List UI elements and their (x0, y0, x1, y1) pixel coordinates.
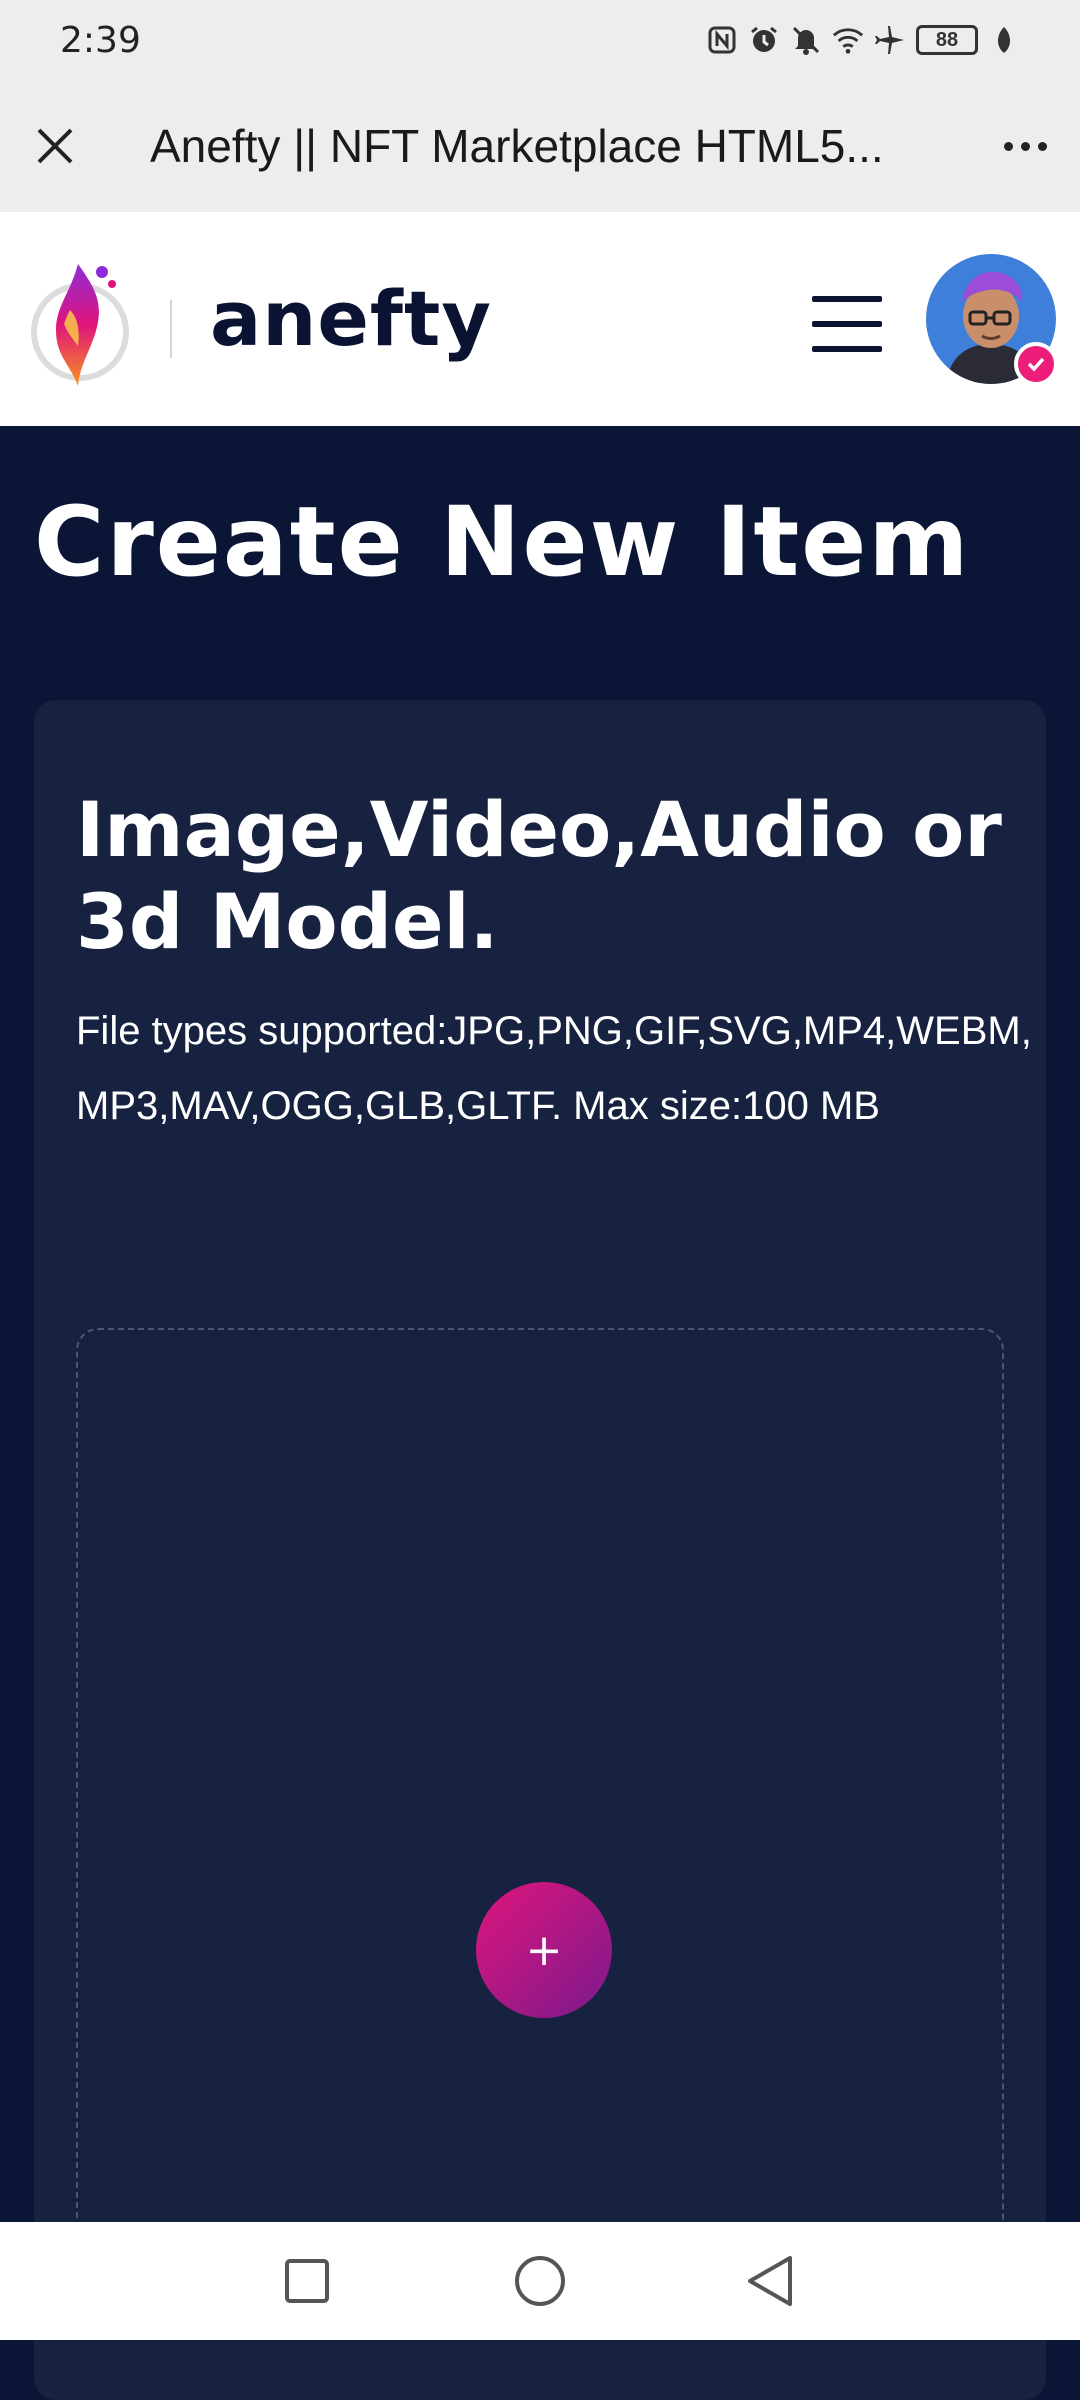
wifi-icon (832, 24, 864, 56)
browser-toolbar: Anefty || NFT Marketplace HTML5... (0, 80, 1080, 212)
recents-button[interactable] (272, 2246, 342, 2316)
mute-icon (790, 24, 822, 56)
upload-card-title: Image,Video,Audio or 3d Model. (76, 785, 1002, 966)
close-button[interactable] (0, 80, 110, 212)
alarm-icon (748, 24, 780, 56)
triangle-back-icon (748, 2256, 792, 2306)
more-icon (1003, 141, 1013, 151)
nfc-icon (706, 24, 738, 56)
verified-badge-icon (1014, 342, 1058, 386)
file-drop-zone[interactable]: + (76, 1328, 1004, 2328)
logo-text[interactable]: anefty (210, 274, 492, 363)
back-button[interactable] (735, 2246, 805, 2316)
more-options-button[interactable] (970, 80, 1080, 212)
main-content: Create New Item Image,Video,Audio or 3d … (0, 426, 1080, 2400)
page-title: Anefty || NFT Marketplace HTML5... (150, 120, 884, 172)
upload-card-description: File types supported:JPG,PNG,GIF,SVG,MP4… (76, 1009, 1032, 1128)
square-icon (285, 2259, 329, 2303)
airplane-icon (874, 24, 906, 56)
hamburger-icon (812, 296, 882, 302)
circle-icon (515, 2256, 565, 2306)
page-heading: Create New Item (34, 486, 971, 598)
system-nav-bar (0, 2222, 1080, 2340)
site-header: anefty (0, 212, 1080, 426)
status-time: 2:39 (60, 19, 141, 61)
leaf-icon (988, 24, 1020, 56)
logo-divider (170, 300, 172, 358)
close-icon (37, 128, 73, 164)
home-button[interactable] (505, 2246, 575, 2316)
hamburger-menu-button[interactable] (812, 296, 882, 352)
upload-button[interactable]: + (476, 1882, 612, 2018)
avatar[interactable] (926, 254, 1058, 386)
upload-card: Image,Video,Audio or 3d Model. File type… (34, 700, 1046, 2400)
status-icons: 88 (706, 24, 1020, 56)
battery-icon: 88 (916, 25, 978, 55)
status-bar: 2:39 88 (0, 0, 1080, 80)
logo-icon[interactable] (30, 250, 132, 390)
